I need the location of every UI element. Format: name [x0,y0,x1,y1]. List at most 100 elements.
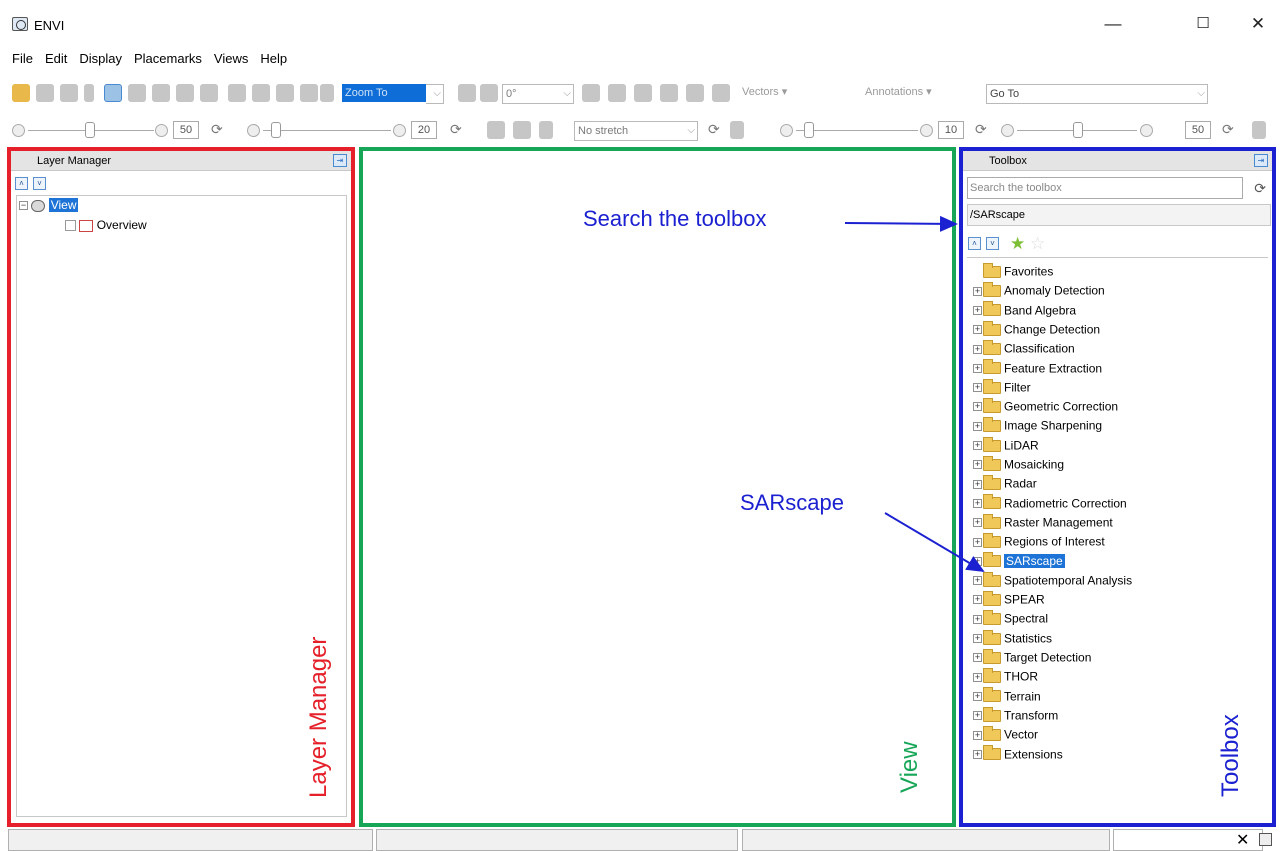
toolbox-pin-icon[interactable]: ⇥ [1254,154,1268,167]
toolbox-item-label[interactable]: Band Algebra [1004,303,1076,317]
fly-icon[interactable] [176,84,194,102]
toolbox-item-spear[interactable]: + SPEAR [973,590,1045,609]
sharpen-slider-handle[interactable] [804,122,814,138]
add-favorite-icon[interactable]: ★ [1010,235,1025,252]
menu-file[interactable]: File [12,48,33,70]
placemark-icon[interactable] [84,84,94,102]
toolbox-item-label[interactable]: Change Detection [1004,322,1100,336]
toolbox-item-label[interactable]: THOR [1004,670,1038,684]
toolbox-item-anomaly-detection[interactable]: + Anomaly Detection [973,281,1105,300]
remove-favorite-icon[interactable]: ☆ [1030,235,1045,252]
expand-icon[interactable]: + [973,634,982,644]
stretch-icon[interactable] [487,121,505,139]
expand-icon[interactable]: + [973,286,982,296]
layer-icon[interactable] [60,84,78,102]
menu-views[interactable]: Views [214,48,248,70]
toolbox-item-label[interactable]: Transform [1004,708,1058,722]
overview-checkbox[interactable] [65,220,76,232]
expand-icon[interactable]: + [973,691,982,701]
rotate-custom-icon[interactable] [480,84,498,102]
toolbox-item-label[interactable]: Regions of Interest [1004,535,1105,549]
toolbox-item-label[interactable]: Radiometric Correction [1004,496,1127,510]
toolbox-item-label[interactable]: Mosaicking [1004,457,1064,471]
zoom-out-icon[interactable] [252,84,270,102]
expand-icon[interactable]: + [973,479,982,489]
zoom-icon[interactable] [200,84,218,102]
toolbox-item-label[interactable]: Favorites [1004,264,1053,278]
stretch-view-icon[interactable] [539,121,553,139]
collapse-all-icon[interactable]: ˄ [15,177,28,190]
expand-all-icon[interactable]: ˅ [33,177,46,190]
annotations-menu[interactable]: Annotations ▾ [865,85,932,98]
expand-icon[interactable]: + [973,441,982,451]
toolbox-item-target-detection[interactable]: + Target Detection [973,648,1091,667]
toolbox-expand-icon[interactable]: ˅ [986,237,999,250]
open-icon[interactable] [12,84,30,102]
cursor-value-icon[interactable] [712,84,730,102]
crosshair-icon[interactable] [582,84,600,102]
toolbox-item-classification[interactable]: + Classification [973,339,1075,358]
toolbox-item-label[interactable]: Raster Management [1004,515,1113,529]
rotate-icon[interactable] [458,84,476,102]
toolbox-item-label[interactable]: Vector [1004,728,1038,742]
expand-icon[interactable]: + [973,421,982,431]
toolbox-refresh-icon[interactable]: ⟳ [1254,180,1266,197]
toolbox-item-label[interactable]: Spatiotemporal Analysis [1004,573,1132,587]
toolbox-item-band-algebra[interactable]: + Band Algebra [973,301,1076,320]
view-node-label[interactable]: View [48,198,79,212]
maximize-button[interactable]: ☐ [1183,12,1223,36]
toolbox-item-feature-extraction[interactable]: + Feature Extraction [973,359,1102,378]
expand-icon[interactable]: + [973,498,982,508]
zoom-extent-icon[interactable] [320,84,334,102]
toolbox-item-regions-of-interest[interactable]: + Regions of Interest [973,532,1105,551]
zoom-combo-arrow[interactable]: ⌵ [426,84,444,104]
toolbox-item-label[interactable]: Classification [1004,342,1075,356]
brightness-slider-handle[interactable] [85,122,95,138]
toolbox-item-image-sharpening[interactable]: + Image Sharpening [973,416,1102,435]
rotation-combo[interactable]: 0° ⌵ [502,84,574,104]
roam-icon[interactable] [128,84,146,102]
toolbox-item-label[interactable]: SPEAR [1004,592,1045,606]
layer-tree-overview-node[interactable]: Overview [65,218,147,232]
toolbox-item-transform[interactable]: + Transform [973,706,1058,725]
collapse-view-icon[interactable]: − [19,201,28,211]
transparency-slider-handle[interactable] [1073,122,1083,138]
contrast-value[interactable]: 20 [411,121,437,139]
toolbox-collapse-icon[interactable]: ˄ [968,237,981,250]
toolbox-item-statistics[interactable]: + Statistics [973,629,1052,648]
toolbox-item-label[interactable]: Target Detection [1004,650,1091,664]
expand-icon[interactable]: + [973,325,982,335]
expand-icon[interactable]: + [973,614,982,624]
toolbox-item-label[interactable]: Radar [1004,477,1037,491]
brightness-value[interactable]: 50 [173,121,199,139]
transparency-reset-icon[interactable]: ⟳ [1222,121,1234,138]
view-panel[interactable]: View [359,147,956,827]
status-close-icon[interactable]: ✕ [1236,830,1249,850]
chart-icon[interactable] [1252,121,1266,139]
fixed-zoom-icon[interactable] [276,84,294,102]
toolbox-item-label[interactable]: Statistics [1004,631,1052,645]
expand-icon[interactable]: + [973,672,982,682]
overview-node-label[interactable]: Overview [97,218,147,232]
expand-icon[interactable]: + [973,363,982,373]
toolbox-item-vector[interactable]: + Vector [973,725,1038,744]
toolbox-item-radiometric-correction[interactable]: + Radiometric Correction [973,494,1127,513]
zoom-in-icon[interactable] [228,84,246,102]
toolbox-item-label[interactable]: Terrain [1004,689,1041,703]
toolbox-item-extensions[interactable]: + Extensions [973,745,1063,764]
expand-icon[interactable]: + [973,730,982,740]
expand-icon[interactable]: + [973,402,982,412]
expand-icon[interactable]: + [973,537,982,547]
toolbox-item-label[interactable]: Geometric Correction [1004,399,1118,413]
stretch-reset-icon[interactable]: ⟳ [708,121,720,138]
sharpen-reset-icon[interactable]: ⟳ [975,121,987,138]
toolbox-item-raster-management[interactable]: + Raster Management [973,513,1113,532]
data-manager-icon[interactable] [36,84,54,102]
goto-combo[interactable]: Go To ⌵ [986,84,1208,104]
menu-placemarks[interactable]: Placemarks [134,48,202,70]
toolbox-item-mosaicking[interactable]: + Mosaicking [973,455,1064,474]
toolbox-item-filter[interactable]: + Filter [973,378,1031,397]
stretch-combo[interactable]: No stretch ⌵ [574,121,698,141]
sharpen-value[interactable]: 10 [938,121,964,139]
toolbox-item-label[interactable]: SARscape [1004,553,1065,568]
